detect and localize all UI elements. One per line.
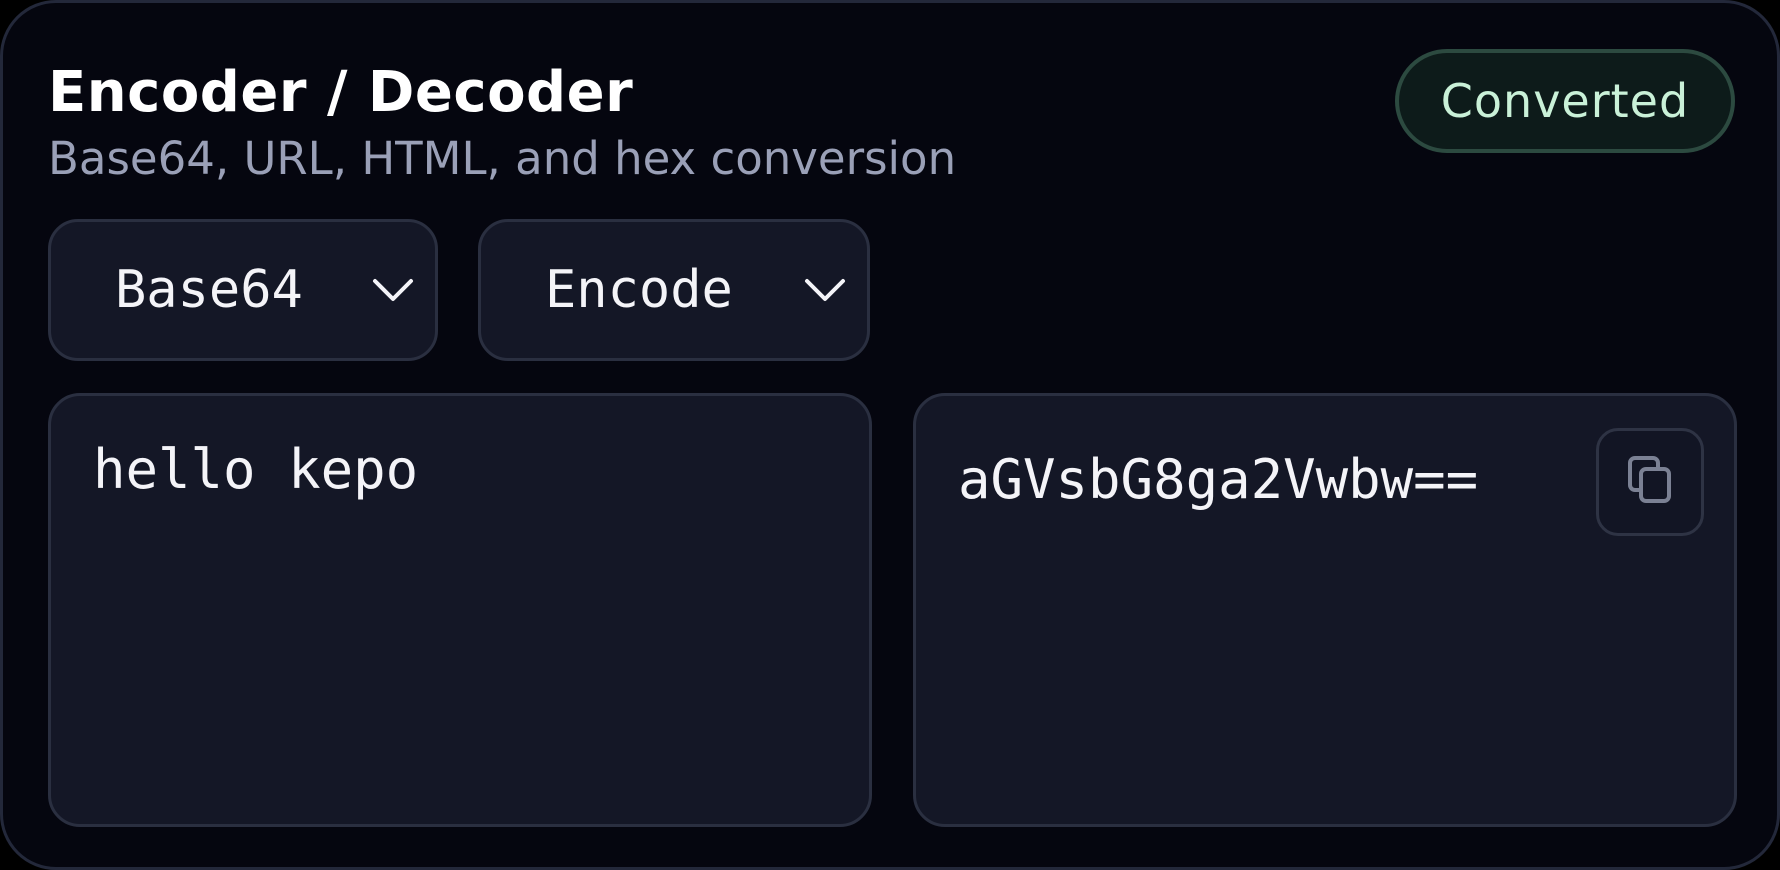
output-text: aGVsbG8ga2Vwbw== — [958, 448, 1479, 511]
input-textarea[interactable] — [93, 436, 827, 794]
encoder-decoder-card: Encoder / Decoder Base64, URL, HTML, and… — [0, 0, 1780, 870]
encoding-type-value: Base64 — [115, 260, 303, 320]
status-badge: Converted — [1395, 49, 1735, 153]
output-panel: aGVsbG8ga2Vwbw== — [913, 393, 1737, 827]
copy-icon — [1626, 454, 1674, 511]
chevron-down-icon — [801, 266, 849, 314]
copy-button[interactable] — [1596, 428, 1704, 536]
input-panel — [48, 393, 872, 827]
encoding-type-select[interactable]: Base64 — [48, 219, 438, 361]
chevron-down-icon — [369, 266, 417, 314]
page-title: Encoder / Decoder — [48, 60, 634, 125]
mode-select[interactable]: Encode — [478, 219, 870, 361]
page-subtitle: Base64, URL, HTML, and hex conversion — [48, 132, 957, 185]
mode-value: Encode — [545, 260, 733, 320]
